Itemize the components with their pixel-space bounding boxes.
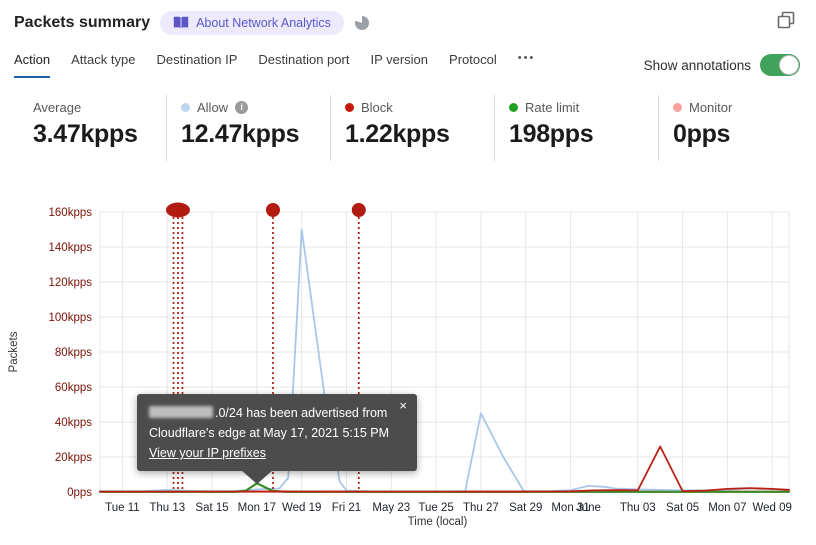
block-dot — [345, 102, 354, 112]
stats-row: Average 3.47kpps Allow i 12.47kpps Block… — [14, 95, 816, 161]
x-tick-label: Sat 05 — [666, 502, 699, 514]
close-icon[interactable]: × — [399, 399, 407, 412]
badge-label: About Network Analytics — [196, 16, 331, 30]
x-tick-label: Tue 25 — [418, 502, 453, 514]
toggle-knob — [779, 55, 799, 75]
tooltip-line1: .0/24 has been advertised from — [149, 403, 405, 423]
x-tick-label: Wed 09 — [752, 502, 791, 514]
y-tick-label: 40kpps — [55, 417, 92, 429]
stat-value: 1.22kpps — [345, 120, 450, 148]
stat-label: Average — [33, 99, 82, 115]
tab-action[interactable]: Action — [14, 52, 51, 78]
stat-label: Allow — [197, 99, 229, 115]
rate-limit-dot — [509, 102, 518, 112]
x-tick-label: Sat 29 — [509, 502, 542, 514]
stat-value: 0pps — [673, 120, 731, 148]
x-tick-label: Tue 11 — [105, 502, 140, 514]
network-analytics-panel: { "header": { "title": "Packets summary"… — [0, 0, 816, 545]
stat-value: 12.47kpps — [181, 120, 300, 148]
view-ip-prefixes-link[interactable]: View your IP prefixes — [149, 446, 266, 460]
page-title: Packets summary — [14, 14, 151, 31]
stat-value: 198pps — [509, 120, 594, 148]
stat-allow: Allow i 12.47kpps — [166, 95, 330, 161]
y-tick-label: 20kpps — [55, 452, 92, 464]
annotation-marker[interactable] — [351, 203, 366, 217]
allow-dot — [181, 102, 190, 112]
stat-monitor: Monitor 0pps — [658, 95, 816, 161]
tab-ip-version[interactable]: IP version — [370, 52, 428, 76]
tooltip-arrow — [241, 470, 273, 484]
stat-block: Block 1.22kpps — [330, 95, 494, 161]
y-tick-label: 60kpps — [55, 382, 92, 394]
y-tick-label: 160kpps — [49, 207, 93, 219]
pie-chart-icon[interactable] — [354, 15, 370, 31]
ellipsis-icon[interactable]: ••• — [518, 52, 536, 73]
show-annotations-label: Show annotations — [643, 57, 751, 73]
tooltip-line2: Cloudflare's edge at May 17, 2021 5:15 P… — [149, 426, 390, 440]
tab-destination-ip[interactable]: Destination IP — [156, 52, 237, 76]
y-tick-label: 100kpps — [49, 312, 93, 324]
stat-average: Average 3.47kpps — [14, 95, 166, 161]
panel-header: Packets summary About Network Analytics — [14, 10, 370, 36]
about-network-analytics-badge[interactable]: About Network Analytics — [160, 11, 344, 35]
x-tick-label: Mon 07 — [708, 502, 746, 514]
info-icon[interactable]: i — [235, 100, 249, 114]
stat-label: Rate limit — [525, 99, 580, 115]
show-annotations-toggle[interactable] — [760, 54, 800, 76]
y-tick-label: 120kpps — [49, 277, 93, 289]
annotation-marker[interactable] — [165, 202, 190, 218]
x-tick-label: Thu 03 — [620, 502, 656, 514]
monitor-dot — [673, 102, 682, 112]
stat-rate-limit: Rate limit 198pps — [494, 95, 658, 161]
stat-label: Block — [361, 99, 393, 115]
tab-destination-port[interactable]: Destination port — [258, 52, 349, 76]
tooltip-line1-text: .0/24 has been advertised from — [215, 406, 388, 420]
annotation-marker[interactable] — [265, 203, 280, 217]
tab-protocol[interactable]: Protocol — [449, 52, 497, 76]
x-tick-label: June — [576, 502, 601, 514]
x-tick-label: Thu 13 — [149, 502, 185, 514]
y-axis-title: Packets — [8, 331, 20, 373]
tabs: Action Attack type Destination IP Destin… — [14, 52, 535, 78]
annotation-tooltip: × .0/24 has been advertised from Cloudfl… — [137, 394, 417, 484]
tab-attack-type[interactable]: Attack type — [71, 52, 135, 76]
x-tick-label: Mon 17 — [238, 502, 276, 514]
y-tick-label: 140kpps — [49, 242, 93, 254]
y-tick-label: 0pps — [67, 487, 92, 499]
show-annotations-group: Show annotations — [644, 54, 800, 76]
x-tick-label: Sat 15 — [195, 502, 228, 514]
copy-icon[interactable] — [776, 10, 796, 30]
x-axis-title: Time (local) — [407, 516, 468, 528]
stat-label: Monitor — [689, 99, 733, 115]
x-tick-label: Fri 21 — [332, 502, 361, 514]
y-tick-label: 80kpps — [55, 347, 92, 359]
tabs-row: Action Attack type Destination IP Destin… — [14, 52, 800, 78]
x-tick-label: Wed 19 — [282, 502, 321, 514]
book-icon — [173, 16, 189, 29]
redacted-ip-prefix — [149, 406, 213, 418]
x-tick-label: Thu 27 — [463, 502, 499, 514]
stat-value: 3.47kpps — [33, 120, 138, 148]
x-tick-label: May 23 — [372, 502, 410, 514]
